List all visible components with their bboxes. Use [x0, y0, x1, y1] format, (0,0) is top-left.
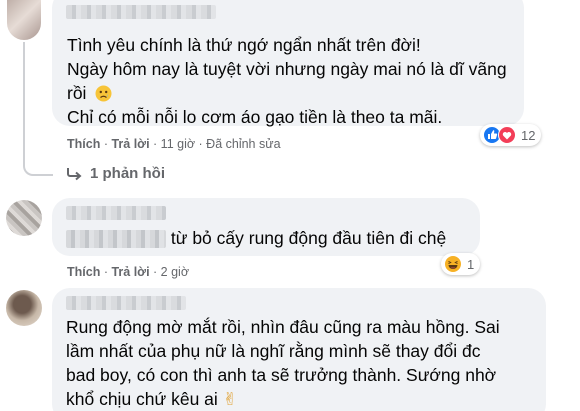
edited-label[interactable]: Đã chỉnh sửa — [206, 137, 280, 151]
view-replies-link[interactable]: 1 phản hồi — [66, 165, 165, 182]
victory-hand-emoji: ✌ — [222, 389, 238, 409]
haha-icon — [444, 255, 462, 273]
reaction-count: 1 — [467, 256, 475, 272]
reaction-count: 12 — [521, 127, 536, 143]
commenter-avatar[interactable] — [6, 200, 42, 236]
reaction-summary[interactable]: 12 — [480, 124, 542, 146]
love-icon — [498, 126, 516, 144]
commenter-name[interactable] — [66, 5, 216, 19]
thread-line — [23, 42, 53, 176]
comment-text: Tình yêu chính là thứ ngớ ngẩn nhất trên… — [67, 35, 507, 127]
reply-arrow-icon — [67, 167, 82, 180]
comment-meta: Thích · Trả lời · 2 giờ — [67, 265, 190, 279]
commenter-name[interactable] — [66, 206, 166, 220]
reaction-summary[interactable]: 1 — [441, 253, 481, 275]
like-link[interactable]: Thích — [67, 265, 100, 279]
commenter-avatar[interactable] — [6, 290, 42, 326]
reply-link[interactable]: Trả lời — [111, 137, 149, 151]
comment-text: Rung động mờ mắt rồi, nhìn đâu cũng ra m… — [66, 317, 500, 409]
timestamp[interactable]: 2 giờ — [161, 265, 189, 279]
reply-link[interactable]: Trả lời — [111, 265, 149, 279]
sad-face-emoji — [95, 84, 112, 102]
commenter-avatar[interactable] — [7, 0, 41, 40]
replies-count-label: 1 phản hồi — [90, 165, 165, 182]
comment-text: từ bỏ cấy rung động đầu tiên đi chệ — [66, 226, 446, 250]
comment-meta: Thích · Trả lời · 11 giờ · Đã chỉnh sửa — [67, 137, 281, 151]
redacted-text — [66, 230, 166, 249]
like-link[interactable]: Thích — [67, 137, 100, 151]
commenter-name[interactable] — [66, 296, 186, 310]
timestamp[interactable]: 11 giờ — [161, 137, 195, 151]
